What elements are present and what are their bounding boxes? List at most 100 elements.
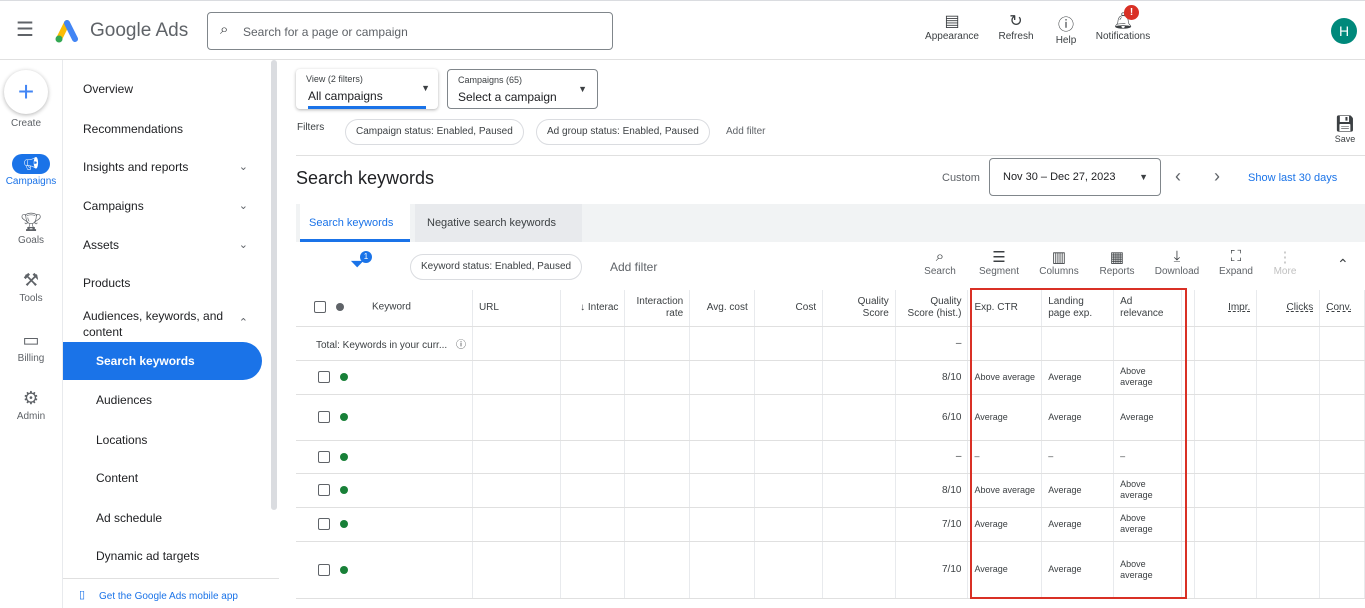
nav-products[interactable]: Products [83, 276, 130, 290]
col-cost[interactable]: Cost [754, 290, 824, 327]
plus-icon: + [17, 76, 35, 107]
columns-button[interactable]: ▥ Columns [1034, 248, 1084, 277]
col-url[interactable]: URL [472, 290, 562, 327]
col-interactions[interactable]: ↓ Interac [560, 290, 626, 327]
row-checkbox[interactable] [318, 450, 330, 463]
bell-icon: 🔔︎ [1112, 13, 1134, 30]
select-all-checkbox[interactable] [314, 301, 326, 314]
tab-label: Negative search keywords [427, 217, 557, 229]
chevron-up-icon: ⌃ [238, 317, 248, 329]
rail-label: Admin [16, 411, 46, 422]
view-selector[interactable]: View (2 filters) All campaigns ▼ [296, 69, 438, 109]
create-button[interactable]: + [4, 70, 48, 114]
table-row: 7/10 Average Average Above average [296, 541, 1365, 599]
rail-campaigns[interactable]: 📢︎ Campaigns [0, 154, 62, 187]
segment-button[interactable]: ☰ Segment [974, 248, 1024, 277]
col-keyword[interactable]: Keyword [296, 290, 473, 327]
top-bar: ☰ Google Ads ⌕ Search for a page or camp… [0, 0, 1365, 60]
rail-admin[interactable]: ⚙ Admin [0, 388, 62, 422]
reports-button[interactable]: ▦ Reports [1092, 248, 1142, 277]
rail-billing[interactable]: ▭ Billing [0, 330, 62, 364]
row-checkbox[interactable] [318, 484, 330, 496]
rail-tools[interactable]: ⚒ Tools [0, 270, 62, 304]
show-last-30-days-link[interactable]: Show last 30 days [1248, 172, 1337, 184]
avatar[interactable]: H [1331, 18, 1357, 44]
filter-chip-campaign-status[interactable]: Campaign status: Enabled, Paused [345, 119, 524, 145]
enabled-status-icon [340, 373, 348, 381]
mobile-app-link[interactable]: ▯ Get the Google Ads mobile app [63, 578, 279, 608]
qs-hist-cell: 7/10 [895, 541, 969, 599]
brand-name: Google Ads [90, 20, 189, 41]
row-checkbox[interactable] [318, 371, 330, 383]
col-avg-cost[interactable]: Avg. cost [689, 290, 755, 327]
qs-hist-cell: 6/10 [895, 394, 969, 441]
nav-scrollbar[interactable] [271, 60, 277, 510]
more-vert-icon: ⋮ [1277, 249, 1293, 266]
download-button[interactable]: ⤓ Download [1152, 248, 1202, 277]
google-ads-logo-icon [55, 20, 78, 43]
more-button[interactable]: ⋮ More [1260, 248, 1310, 277]
gear-icon: ⚙ [22, 388, 40, 408]
nav-dynamic-ad-targets[interactable]: Dynamic ad targets [96, 549, 199, 563]
nav-assets[interactable]: Assets [83, 238, 119, 252]
row-checkbox[interactable] [318, 563, 330, 576]
row-checkbox[interactable] [318, 518, 330, 530]
refresh-button[interactable]: ↻ Refresh [990, 11, 1042, 42]
table-row: 7/10 Average Average Above average [296, 507, 1365, 542]
nav-audiences-keywords[interactable]: Audiences, keywords, and content [83, 308, 233, 340]
notifications-button[interactable]: 🔔︎ Notifications ! [1090, 5, 1156, 42]
nav-ad-schedule[interactable]: Ad schedule [96, 511, 162, 525]
row-checkbox[interactable] [318, 411, 330, 423]
nav-search-keywords[interactable]: Search keywords [63, 342, 262, 380]
rail-goals[interactable]: 🏆︎ Goals [0, 212, 62, 246]
add-filter-link[interactable]: Add filter [726, 126, 765, 137]
col-quality-score-hist[interactable]: Quality Score (hist.) [895, 290, 969, 327]
reports-icon: ▦ [1109, 249, 1125, 266]
search-tool-button[interactable]: ⌕ Search [915, 248, 965, 277]
filter-count-badge: 1 [360, 251, 372, 263]
tool-label: Columns [1039, 266, 1079, 277]
help-button[interactable]: ⓘ Help [1044, 11, 1088, 46]
rail-label: Goals [17, 235, 45, 246]
phone-icon: ▯ [79, 589, 86, 601]
filter-chip-ad-group-status[interactable]: Ad group status: Enabled, Paused [536, 119, 710, 145]
nav-recommendations[interactable]: Recommendations [83, 122, 183, 136]
nav-insights[interactable]: Insights and reports [83, 160, 253, 174]
rail-label: Campaigns [5, 176, 57, 187]
col-interaction-rate[interactable]: Interaction rate [624, 290, 691, 327]
search-icon: ⌕ [935, 248, 945, 265]
collapse-icon[interactable]: ⌃ [1337, 256, 1349, 273]
save-button[interactable]: 💾︎ Save [1330, 114, 1360, 144]
col-quality-score[interactable]: Quality Score [822, 290, 896, 327]
nav-content[interactable]: Content [96, 471, 138, 485]
nav-campaigns[interactable]: Campaigns [83, 199, 144, 213]
chevron-down-icon: ⌄ [238, 161, 248, 173]
chevron-down-icon: ⌄ [238, 239, 248, 251]
tool-label: More [1273, 266, 1297, 277]
col-conversions[interactable]: Conv. [1319, 290, 1365, 327]
campaign-selector[interactable]: Campaigns (65) Select a campaign ▼ [447, 69, 598, 109]
tab-negative-keywords[interactable]: Negative search keywords [415, 204, 582, 242]
tool-label: Expand [1219, 266, 1253, 277]
expand-button[interactable]: ⛶ Expand [1211, 248, 1261, 277]
page-title: Search keywords [296, 168, 435, 188]
next-period-icon[interactable]: › [1214, 166, 1220, 187]
table-row: – – – – [296, 440, 1365, 474]
keyword-status-chip[interactable]: Keyword status: Enabled, Paused [410, 254, 583, 280]
nav-label: Insights and reports [83, 160, 189, 174]
search-input[interactable]: ⌕ Search for a page or campaign [207, 12, 613, 50]
menu-icon[interactable]: ☰ [16, 17, 34, 42]
date-range-picker[interactable]: Nov 30 – Dec 27, 2023 ▼ [989, 158, 1161, 196]
col-impressions[interactable]: Impr. [1194, 290, 1258, 327]
help-icon[interactable]: ⓘ [456, 340, 466, 351]
add-filter-button[interactable]: Add filter [610, 260, 657, 274]
nav-locations[interactable]: Locations [96, 433, 147, 447]
appearance-button[interactable]: ▤ Appearance [922, 11, 982, 42]
nav-overview[interactable]: Overview [83, 82, 133, 96]
nav-audiences[interactable]: Audiences [96, 393, 152, 407]
tab-search-keywords[interactable]: Search keywords [300, 204, 410, 242]
col-clicks[interactable]: Clicks [1256, 290, 1321, 327]
view-value: All campaigns [308, 89, 383, 103]
appearance-icon: ▤ [944, 13, 960, 30]
prev-period-icon[interactable]: ‹ [1175, 166, 1181, 187]
